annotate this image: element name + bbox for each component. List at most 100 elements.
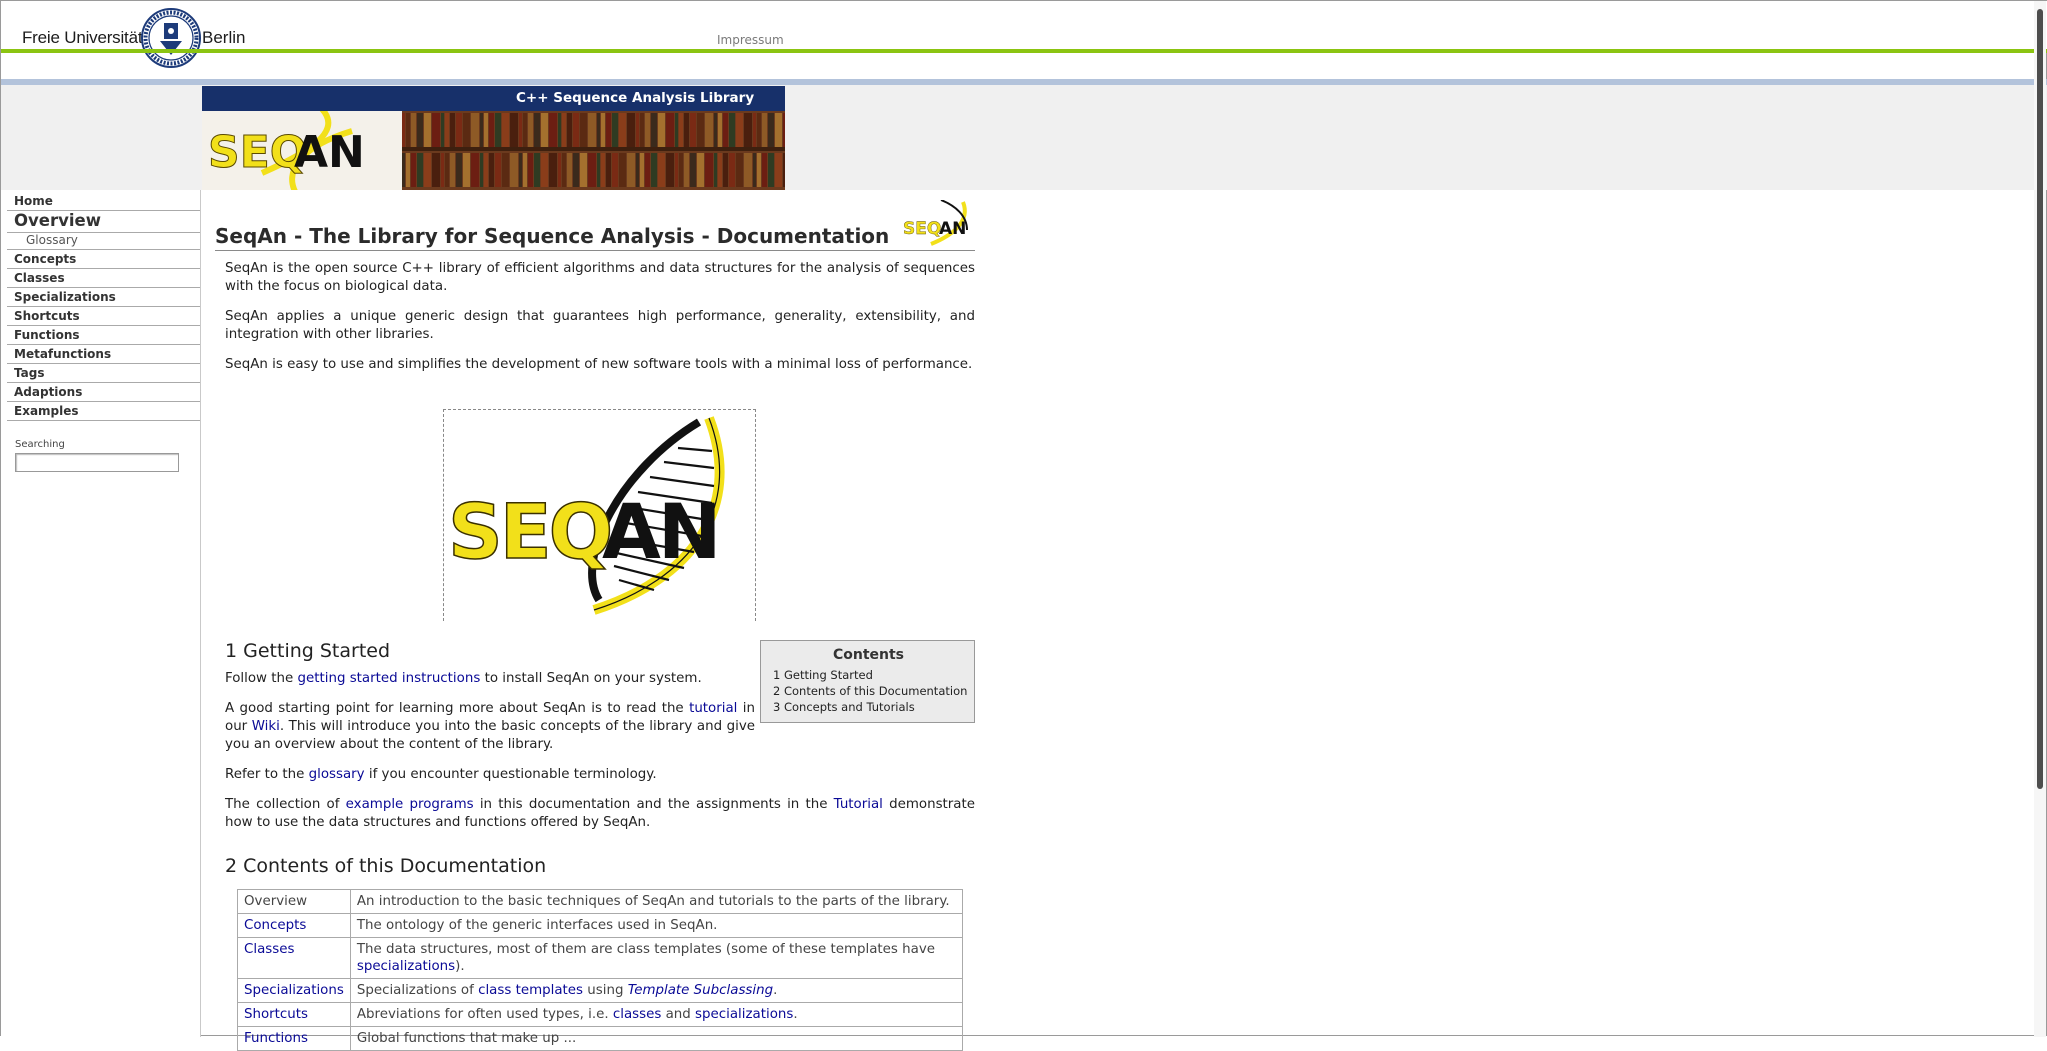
top-header: Freie Universität Berlin Impressum bbox=[1, 1, 2047, 68]
sidebar-item-specializations[interactable]: Specializations bbox=[7, 288, 200, 307]
table-cell-key: Overview bbox=[237, 889, 351, 914]
toc-item-getting-started[interactable]: 1 Getting Started bbox=[773, 668, 873, 682]
table-cell-key: Classes bbox=[237, 937, 351, 979]
text-fragment: Specializations of bbox=[356, 983, 479, 998]
getting-started-paragraph-4: The collection of example programs in th… bbox=[225, 796, 975, 832]
specializations-inline-link[interactable]: specializations bbox=[695, 1007, 793, 1022]
text-fragment: Follow the bbox=[225, 671, 298, 686]
impressum-link[interactable]: Impressum bbox=[717, 33, 784, 47]
toc-item-contents[interactable]: 2 Contents of this Documentation bbox=[773, 684, 967, 698]
getting-started-paragraph-3: Refer to the glossary if you encounter q… bbox=[225, 766, 755, 784]
table-row: Classes The data structures, most of the… bbox=[237, 937, 964, 979]
sidebar: Home Overview Glossary Concepts Classes … bbox=[1, 190, 201, 1037]
main-content: SEQ AN SeqAn - The Library for Sequence … bbox=[201, 190, 2041, 1051]
search-input[interactable] bbox=[15, 453, 179, 472]
text-fragment: . bbox=[793, 1007, 798, 1022]
text-fragment: . This will introduce you into the basic… bbox=[225, 719, 755, 752]
sidebar-item-home[interactable]: Home bbox=[7, 192, 200, 211]
example-programs-link[interactable]: example programs bbox=[346, 797, 474, 812]
banner-area: C++ Sequence Analysis Library SEQ AN bbox=[1, 85, 2047, 190]
banner-logo-seq: SEQ bbox=[208, 127, 307, 178]
table-cell-key: Concepts bbox=[237, 913, 351, 938]
table-cell-key: Specializations bbox=[237, 978, 351, 1003]
text-fragment: Refer to the bbox=[225, 767, 309, 782]
specializations-link[interactable]: specializations bbox=[357, 959, 455, 974]
seqan-logo-icon: SEQ AN bbox=[447, 416, 725, 615]
table-row: Overview An introduction to the basic te… bbox=[237, 889, 964, 914]
sidebar-item-concepts[interactable]: Concepts bbox=[7, 250, 200, 269]
svg-text:AN: AN bbox=[602, 487, 718, 576]
page-title: SeqAn - The Library for Sequence Analysi… bbox=[215, 224, 975, 251]
banner: C++ Sequence Analysis Library SEQ AN bbox=[202, 86, 785, 190]
toc-item-concepts-tutorials[interactable]: 3 Concepts and Tutorials bbox=[773, 700, 915, 714]
section-heading-contents: 2 Contents of this Documentation bbox=[225, 855, 547, 877]
page-scrollbar[interactable] bbox=[2034, 1, 2046, 1037]
contents-table: Overview An introduction to the basic te… bbox=[237, 889, 964, 1051]
table-cell-text: Abreviations for often used types, i.e. … bbox=[349, 1002, 964, 1027]
sidebar-item-shortcuts[interactable]: Shortcuts bbox=[7, 307, 200, 326]
table-cell-text: The data structures, most of them are cl… bbox=[349, 937, 964, 979]
university-name-right: Berlin bbox=[202, 28, 246, 47]
table-cell-text: The ontology of the generic interfaces u… bbox=[349, 913, 964, 938]
table-row: Shortcuts Abreviations for often used ty… bbox=[237, 1002, 964, 1027]
text-fragment: in this documentation and the assignment… bbox=[473, 797, 834, 812]
text-fragment: . bbox=[773, 983, 778, 998]
shortcuts-link[interactable]: Shortcuts bbox=[244, 1007, 308, 1022]
text-fragment: and bbox=[661, 1007, 696, 1022]
table-cell-key: Functions bbox=[237, 1026, 351, 1051]
table-of-contents: Contents 1 Getting Started 2 Contents of… bbox=[760, 640, 975, 723]
scrollbar-thumb[interactable] bbox=[2037, 9, 2043, 789]
text-fragment: A good starting point for learning more … bbox=[225, 701, 690, 716]
class-templates-link[interactable]: class templates bbox=[478, 983, 583, 998]
university-name-left: Freie Universität bbox=[22, 28, 143, 47]
template-subclassing-link[interactable]: Template Subclassing bbox=[628, 983, 773, 998]
search-label: Searching bbox=[15, 439, 65, 450]
getting-started-paragraph-2: A good starting point for learning more … bbox=[225, 700, 755, 754]
header-green-rule bbox=[1, 49, 2047, 53]
sidebar-item-examples[interactable]: Examples bbox=[7, 402, 200, 421]
intro-paragraph-3: SeqAn is easy to use and simplifies the … bbox=[225, 357, 973, 372]
sidebar-item-classes[interactable]: Classes bbox=[7, 269, 200, 288]
tutorial-link-2[interactable]: Tutorial bbox=[834, 797, 883, 812]
banner-bookshelf-image: SEQ AN bbox=[202, 111, 785, 190]
table-cell-text: Global functions that make up ... bbox=[349, 1026, 964, 1051]
text-fragment: The data structures, most of them are cl… bbox=[356, 942, 936, 957]
sidebar-item-metafunctions[interactable]: Metafunctions bbox=[7, 345, 200, 364]
text-fragment: to install SeqAn on your system. bbox=[480, 671, 702, 686]
table-cell-text: An introduction to the basic techniques … bbox=[349, 889, 964, 914]
text-fragment: Abreviations for often used types, i.e. bbox=[356, 1007, 613, 1022]
getting-started-paragraph-1: Follow the getting started instructions … bbox=[225, 670, 755, 688]
university-seal-icon bbox=[141, 8, 201, 68]
glossary-link[interactable]: glossary bbox=[309, 767, 365, 782]
svg-text:AN: AN bbox=[294, 127, 365, 178]
tutorial-link[interactable]: tutorial bbox=[689, 701, 737, 716]
text-fragment: The collection of bbox=[225, 797, 346, 812]
text-fragment: if you encounter questionable terminolog… bbox=[364, 767, 657, 782]
table-cell-key: Shortcuts bbox=[237, 1002, 351, 1027]
functions-link[interactable]: Functions bbox=[244, 1031, 308, 1046]
sidebar-item-tags[interactable]: Tags bbox=[7, 364, 200, 383]
sidebar-item-overview[interactable]: Overview bbox=[7, 211, 200, 233]
table-row: Functions Global functions that make up … bbox=[237, 1026, 964, 1051]
section-heading-getting-started: 1 Getting Started bbox=[225, 640, 391, 662]
concepts-link[interactable]: Concepts bbox=[244, 918, 306, 933]
sidebar-item-glossary[interactable]: Glossary bbox=[26, 233, 78, 247]
specializations-row-link[interactable]: Specializations bbox=[244, 983, 344, 998]
classes-inline-link[interactable]: classes bbox=[613, 1007, 661, 1022]
text-fragment: ). bbox=[455, 959, 465, 974]
sidebar-item-adaptions[interactable]: Adaptions bbox=[7, 383, 200, 402]
table-cell-text: Specializations of class templates using… bbox=[349, 978, 964, 1003]
wiki-link[interactable]: Wiki bbox=[252, 719, 280, 734]
table-row: Specializations Specializations of class… bbox=[237, 978, 964, 1003]
text-fragment: using bbox=[583, 983, 628, 998]
banner-title: C++ Sequence Analysis Library bbox=[202, 86, 785, 111]
getting-started-instructions-link[interactable]: getting started instructions bbox=[298, 671, 481, 686]
sidebar-item-functions[interactable]: Functions bbox=[7, 326, 200, 345]
table-row: Concepts The ontology of the generic int… bbox=[237, 913, 964, 938]
intro-paragraph-1: SeqAn is the open source C++ library of … bbox=[225, 261, 975, 294]
classes-link[interactable]: Classes bbox=[244, 942, 294, 957]
svg-text:SEQ: SEQ bbox=[448, 487, 610, 576]
intro-paragraph-2: SeqAn applies a unique generic design th… bbox=[225, 309, 975, 342]
seqan-logo-frame: SEQ AN bbox=[443, 409, 756, 621]
toc-title: Contents bbox=[832, 647, 905, 663]
